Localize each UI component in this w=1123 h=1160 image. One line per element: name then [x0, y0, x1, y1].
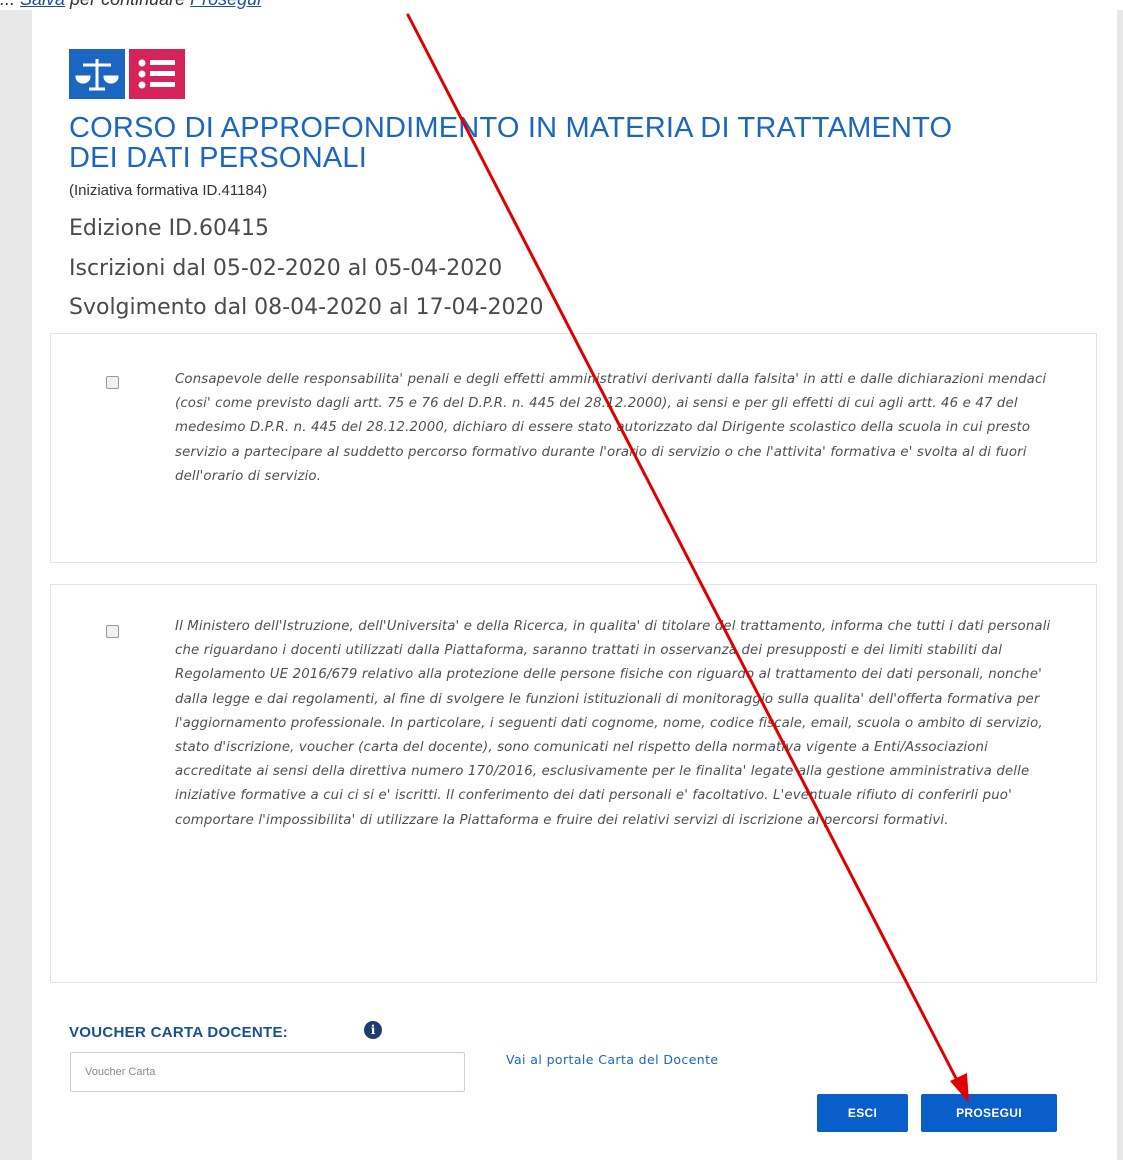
declaration-box-privacy: Il Ministero dell'Istruzione, dell'Unive… [50, 584, 1097, 983]
exit-button[interactable]: ESCI [817, 1094, 908, 1132]
carta-docente-portal-link[interactable]: Vai al portale Carta del Docente [506, 1052, 719, 1067]
initiative-id: (Iniziativa formativa ID.41184) [69, 182, 268, 199]
course-title: CORSO DI APPROFONDIMENTO IN MATERIA DI T… [69, 112, 953, 174]
voucher-input[interactable] [70, 1052, 465, 1092]
voucher-label: VOUCHER CARTA DOCENTE: [69, 1024, 289, 1041]
declaration-box-authorization: Consapevole delle responsabilita' penali… [50, 333, 1097, 563]
ministry-logo [69, 49, 185, 99]
schedule-dates: Svolgimento dal 08-04-2020 al 17-04-2020 [69, 295, 544, 320]
info-icon[interactable]: i [364, 1021, 382, 1039]
page-header-strip: ... Salva per continuare Prosegui [0, 0, 1123, 10]
enrollment-dates: Iscrizioni dal 05-02-2020 al 05-04-2020 [69, 256, 503, 281]
authorization-declaration-text: Consapevole delle responsabilita' penali… [175, 372, 1047, 484]
privacy-notice-text: Il Ministero dell'Istruzione, dell'Unive… [175, 619, 1051, 828]
privacy-consent-checkbox[interactable] [106, 625, 119, 638]
edition-id: Edizione ID.60415 [69, 216, 269, 241]
continue-button[interactable]: PROSEGUI [921, 1094, 1057, 1132]
header-instruction-text: ... Salva per continuare Prosegui [0, 0, 261, 10]
course-enrollment-card: CORSO DI APPROFONDIMENTO IN MATERIA DI T… [32, 10, 1117, 1160]
save-link[interactable]: Salva [20, 0, 65, 9]
authorization-checkbox[interactable] [106, 376, 119, 389]
continue-link[interactable]: Prosegui [190, 0, 261, 9]
list-icon [138, 59, 175, 89]
